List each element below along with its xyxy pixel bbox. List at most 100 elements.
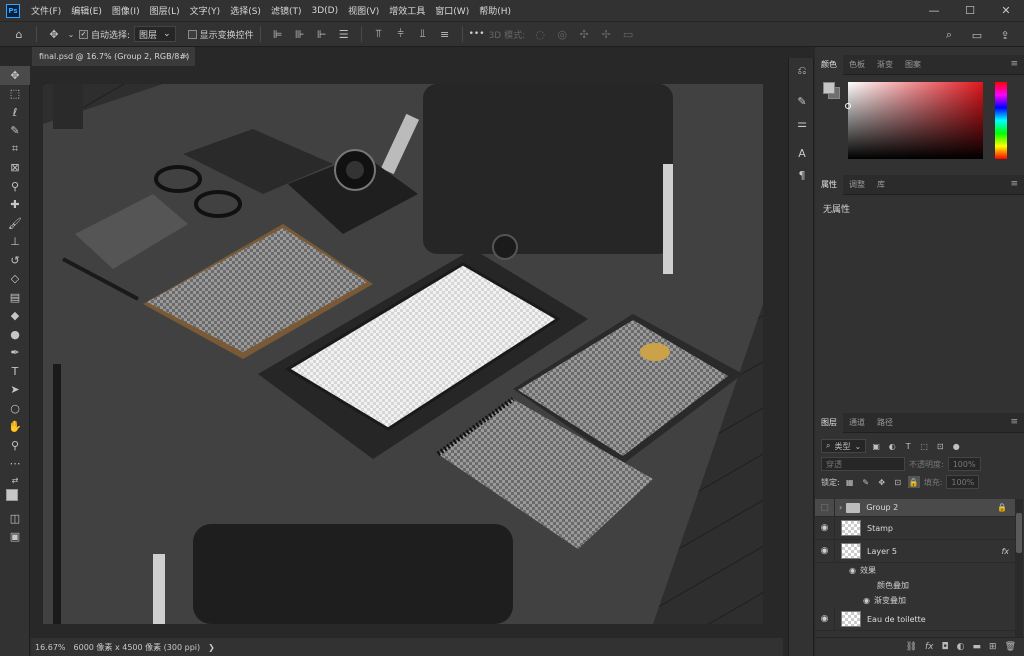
layer-row-eau-de-toilette[interactable]: ◉ Eau de toilette: [815, 608, 1015, 631]
lock-position-icon[interactable]: ✥: [876, 476, 888, 488]
lasso-tool-icon[interactable]: ℓ: [0, 103, 30, 122]
tab-layers[interactable]: 图层: [815, 412, 843, 433]
tab-properties[interactable]: 属性: [815, 174, 843, 195]
eraser-tool-icon[interactable]: ◇: [0, 270, 30, 289]
photoshop-logo[interactable]: Ps: [6, 3, 20, 18]
tab-adjustments[interactable]: 调整: [843, 175, 871, 195]
path-select-tool-icon[interactable]: ➤: [0, 381, 30, 400]
status-expand-icon[interactable]: ❯: [208, 643, 215, 652]
layers-scrollbar[interactable]: [1015, 499, 1023, 637]
color-marker[interactable]: [845, 103, 851, 109]
menu-plugins[interactable]: 增效工具: [384, 4, 430, 17]
eye-icon[interactable]: ◉: [815, 540, 835, 562]
filter-pixel-icon[interactable]: ▣: [870, 440, 882, 452]
scrollbar-thumb[interactable]: [1016, 513, 1022, 553]
workspace-icon[interactable]: ▭: [968, 26, 986, 44]
pen-tool-icon[interactable]: ✒: [0, 344, 30, 363]
effect-gradient-overlay[interactable]: ◉ 渐变叠加: [815, 593, 1015, 608]
filter-type-icon[interactable]: T: [902, 440, 914, 452]
effects-row[interactable]: ◉ 效果: [815, 563, 1015, 578]
chevron-down-icon[interactable]: ⌄: [67, 25, 75, 43]
delete-layer-icon[interactable]: 🗑: [1005, 642, 1016, 652]
lock-all-icon[interactable]: 🔒: [907, 476, 920, 488]
menu-edit[interactable]: 编辑(E): [66, 4, 107, 17]
align-right-icon[interactable]: ⊩: [313, 25, 331, 43]
hue-slider[interactable]: [995, 82, 1007, 159]
menu-file[interactable]: 文件(F): [26, 4, 66, 17]
healing-brush-tool-icon[interactable]: ✚: [0, 196, 30, 215]
quick-mask-icon[interactable]: ◫: [0, 509, 30, 528]
frame-tool-icon[interactable]: ⊠: [0, 159, 30, 178]
foreground-swatch[interactable]: [823, 82, 835, 94]
character-panel-icon[interactable]: A: [789, 142, 815, 164]
new-group-icon[interactable]: ▬: [973, 642, 982, 652]
opacity-input[interactable]: 100%: [947, 457, 981, 471]
gradient-tool-icon[interactable]: ▤: [0, 288, 30, 307]
eyedropper-tool-icon[interactable]: ⚲: [0, 177, 30, 196]
document-canvas[interactable]: [43, 84, 763, 624]
close-tab-icon[interactable]: ×: [181, 52, 189, 62]
fg-bg-swatch[interactable]: [823, 82, 841, 100]
link-layers-icon[interactable]: ⛓: [906, 642, 917, 652]
marquee-tool-icon[interactable]: ⬚: [0, 85, 30, 104]
share-icon[interactable]: ⇪: [996, 26, 1014, 44]
tab-swatches[interactable]: 色板: [843, 55, 871, 75]
align-top-icon[interactable]: ⫪: [370, 25, 388, 43]
effect-color-overlay[interactable]: 颜色叠加: [815, 578, 1015, 593]
menu-image[interactable]: 图像(I): [107, 4, 145, 17]
align-bottom-icon[interactable]: ⫫: [414, 25, 432, 43]
eye-icon[interactable]: ◉: [863, 596, 870, 605]
lock-artboard-icon[interactable]: ⊡: [892, 476, 904, 488]
eye-icon[interactable]: ◉: [815, 517, 835, 539]
shape-tool-icon[interactable]: ○: [0, 399, 30, 418]
move-tool-icon[interactable]: ✥: [45, 25, 63, 43]
brush-tool-icon[interactable]: 🖌: [0, 214, 30, 233]
eye-icon[interactable]: ◉: [815, 608, 835, 630]
fill-input[interactable]: 100%: [946, 475, 980, 489]
menu-filter[interactable]: 滤镜(T): [266, 4, 307, 17]
menu-layer[interactable]: 图层(L): [145, 4, 185, 17]
zoom-tool-icon[interactable]: ⚲: [0, 436, 30, 455]
maximize-button[interactable]: ☐: [952, 0, 988, 21]
layer-filter-dropdown[interactable]: ⌕ 类型 ⌄: [821, 439, 867, 453]
align-left-icon[interactable]: ⊫: [269, 25, 287, 43]
foreground-color[interactable]: [6, 489, 18, 501]
panel-menu-icon[interactable]: ≡: [1010, 417, 1018, 427]
paragraph-panel-icon[interactable]: ¶: [789, 164, 815, 186]
filter-toggle-icon[interactable]: ●: [950, 440, 962, 452]
color-swatches[interactable]: [0, 487, 30, 509]
filter-shape-icon[interactable]: ⬚: [918, 440, 930, 452]
distribute-icon[interactable]: ☰: [335, 25, 353, 43]
history-panel-icon[interactable]: ⎌: [789, 60, 815, 82]
close-window-button[interactable]: ✕: [988, 0, 1024, 21]
blur-tool-icon[interactable]: ◆: [0, 307, 30, 326]
tab-paths[interactable]: 路径: [871, 413, 899, 433]
lock-pixels-icon[interactable]: ✎: [860, 476, 872, 488]
layer-row-group-2[interactable]: □ › Group 2 🔒: [815, 499, 1015, 517]
menu-help[interactable]: 帮助(H): [474, 4, 516, 17]
brush-settings-icon[interactable]: ✎: [789, 90, 815, 112]
search-icon[interactable]: ⌕: [940, 26, 958, 44]
lock-transparent-icon[interactable]: ▦: [844, 476, 856, 488]
blend-mode-dropdown[interactable]: 穿透: [821, 457, 905, 471]
auto-select-checkbox[interactable]: ✓: [79, 29, 88, 39]
menu-view[interactable]: 视图(V): [343, 4, 384, 17]
color-spectrum[interactable]: [848, 82, 983, 159]
add-style-icon[interactable]: fx: [925, 642, 934, 652]
dodge-tool-icon[interactable]: ●: [0, 325, 30, 344]
chevron-right-icon[interactable]: ›: [839, 503, 842, 512]
layer-row-stamp[interactable]: ◉ Stamp: [815, 517, 1015, 540]
distribute-vertical-icon[interactable]: ≡: [436, 25, 454, 43]
add-mask-icon[interactable]: ◘: [942, 642, 949, 652]
crop-tool-icon[interactable]: ⌗: [0, 140, 30, 159]
tab-libraries[interactable]: 库: [871, 175, 891, 195]
visibility-toggle[interactable]: □: [815, 499, 835, 516]
eye-icon[interactable]: ◉: [849, 566, 856, 575]
align-center-icon[interactable]: ⊪: [291, 25, 309, 43]
new-layer-icon[interactable]: ⊞: [989, 642, 997, 652]
menu-select[interactable]: 选择(S): [225, 4, 266, 17]
filter-adjustment-icon[interactable]: ◐: [886, 440, 898, 452]
more-options-button[interactable]: •••: [469, 29, 485, 39]
tab-channels[interactable]: 通道: [843, 413, 871, 433]
screen-mode-icon[interactable]: ▣: [0, 528, 30, 547]
